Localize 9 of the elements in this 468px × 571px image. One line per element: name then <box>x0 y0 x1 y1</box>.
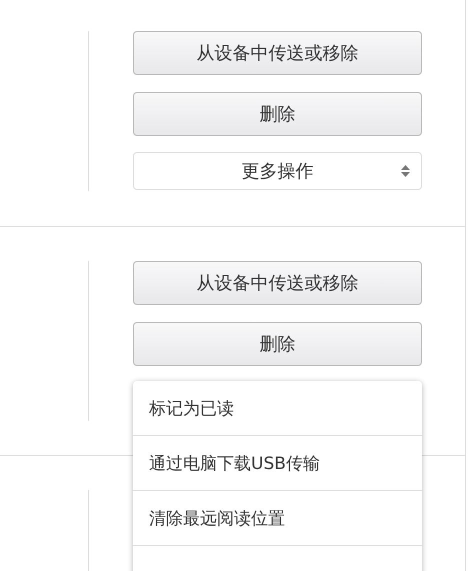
action-button[interactable]: 删除 <box>133 92 422 136</box>
up-down-caret-icon <box>401 165 410 177</box>
menu-item[interactable]: 清除最远阅读位置 <box>133 491 422 546</box>
more-actions-select[interactable]: 更多操作 <box>133 152 422 190</box>
action-button[interactable]: 删除 <box>133 322 422 366</box>
action-button[interactable]: 从设备中传送或移除 <box>133 31 422 75</box>
action-button[interactable]: 从设备中传送或移除 <box>133 261 422 305</box>
menu-item[interactable]: 通过电脑下载USB传输 <box>133 436 422 491</box>
menu-item[interactable]: 标记为已读 <box>133 381 422 436</box>
